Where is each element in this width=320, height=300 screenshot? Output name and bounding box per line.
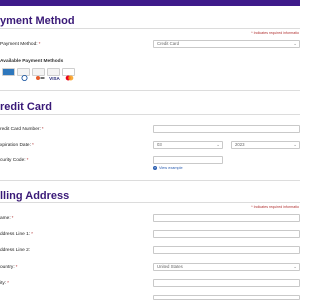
security-code-label: curity Code:* <box>0 158 29 163</box>
city-input[interactable] <box>153 279 300 287</box>
available-methods-label: Available Payment Methods <box>0 59 64 64</box>
chevron-down-icon: ⌄ <box>293 41 297 46</box>
address-line-1-input[interactable] <box>153 230 300 238</box>
chevron-down-icon: ⌄ <box>293 142 297 147</box>
discover-card-icon <box>32 68 45 80</box>
mastercard-card-icon <box>62 68 75 81</box>
diners-card-icon <box>17 68 30 81</box>
amex-card-icon <box>2 68 15 79</box>
credit-card-title: redit Card <box>0 101 52 113</box>
country-label: ountry:* <box>0 265 18 270</box>
expiration-month-select[interactable]: 03 ⌄ <box>153 141 223 149</box>
payment-method-select[interactable]: Credit Card ⌄ <box>153 40 300 48</box>
visa-card-icon: VISA <box>47 68 61 81</box>
section-divider <box>0 28 300 29</box>
card-number-input[interactable] <box>153 125 300 133</box>
expiration-date-label: xpiration Date:* <box>0 143 34 148</box>
required-note: * Indicates required informatio <box>251 31 299 35</box>
country-select[interactable]: United States ⌄ <box>153 263 300 271</box>
view-example-link[interactable]: ? View example <box>153 166 183 170</box>
security-code-input[interactable] <box>153 156 223 164</box>
top-accent-bar <box>0 0 300 6</box>
section-divider <box>0 202 300 203</box>
section-divider <box>0 114 300 115</box>
address-line-2-label: ddress Line 2: <box>0 248 31 253</box>
chevron-down-icon: ⌄ <box>216 142 220 147</box>
payment-method-title: yment Method <box>0 15 75 27</box>
name-label: ame:* <box>0 216 14 221</box>
card-number-label: redit Card Number:* <box>0 127 44 132</box>
city-label: ity:* <box>0 281 10 286</box>
address-line-1-label: ddress Line 1:* <box>0 232 34 237</box>
section-divider <box>0 90 300 91</box>
payment-method-label: Payment Method:* <box>0 42 41 47</box>
required-note: * Indicates required informatio <box>251 205 299 209</box>
help-icon: ? <box>153 166 157 170</box>
name-input[interactable] <box>153 214 300 222</box>
billing-address-title: lling Address <box>0 190 70 202</box>
expiration-year-select[interactable]: 2023 ⌄ <box>231 141 300 149</box>
section-divider <box>0 180 300 181</box>
chevron-down-icon: ⌄ <box>293 264 297 269</box>
address-line-2-input[interactable] <box>153 246 300 254</box>
svg-text:VISA: VISA <box>49 76 60 81</box>
state-select[interactable] <box>153 295 300 300</box>
